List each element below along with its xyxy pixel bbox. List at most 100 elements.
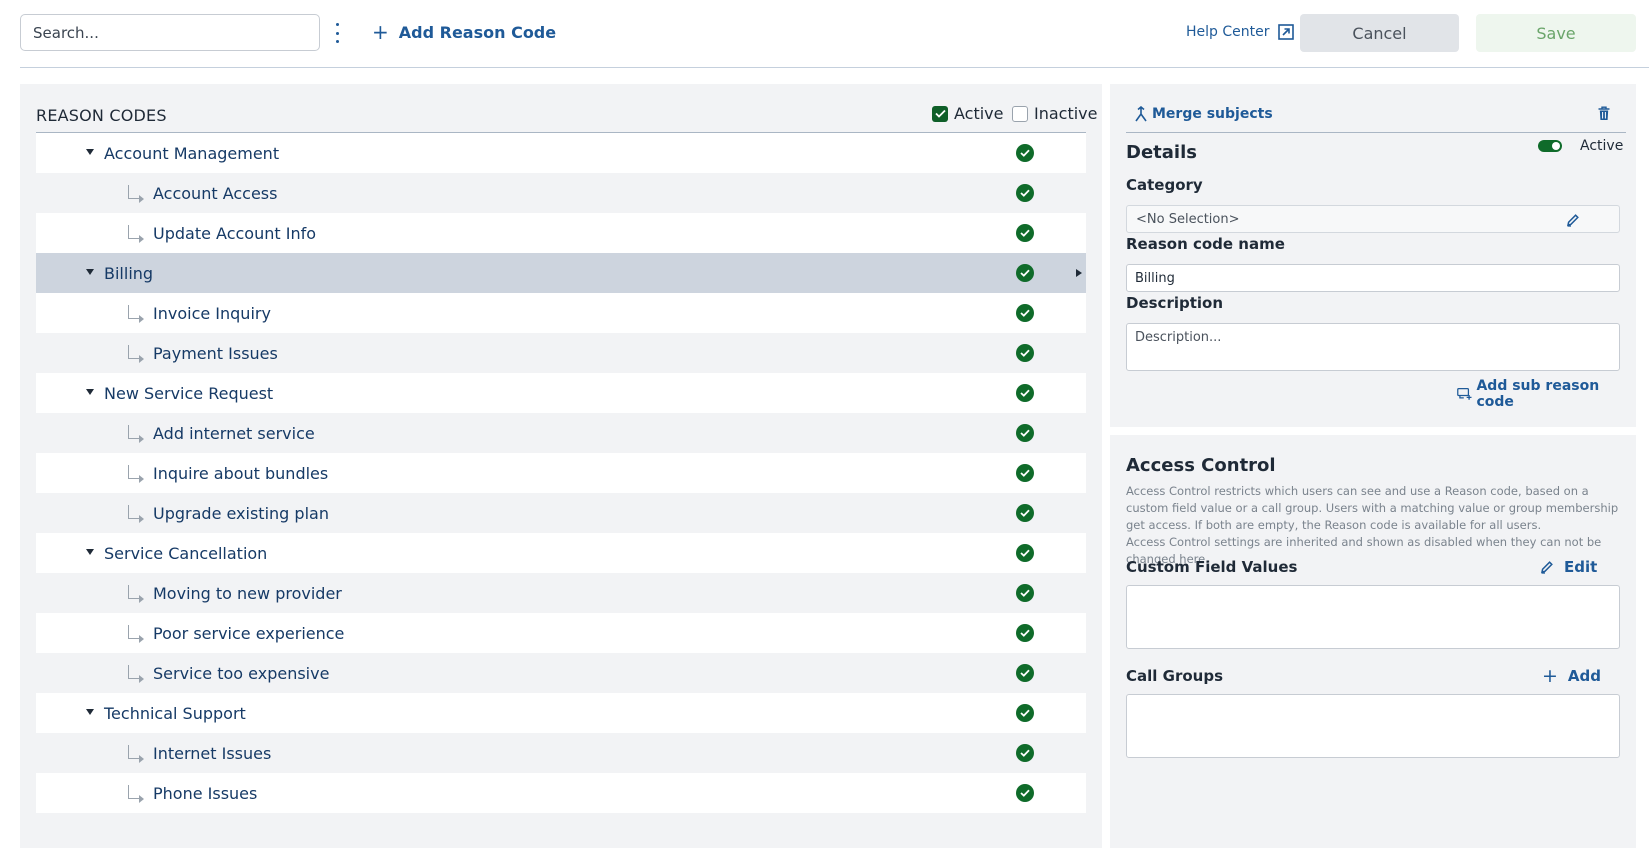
plus-icon: + (372, 20, 389, 44)
add-label: Add (1567, 667, 1602, 685)
active-toggle[interactable] (1538, 140, 1562, 152)
check-circle-icon (1016, 504, 1034, 522)
access-control-description: Access Control restricts which users can… (1126, 483, 1620, 568)
merge-subjects-label: Merge subjects (1152, 106, 1273, 122)
reason-code-label: Account Access (153, 183, 278, 203)
call-groups-box[interactable] (1126, 694, 1620, 758)
filter-inactive[interactable]: Inactive (1012, 104, 1098, 123)
check-circle-icon (1016, 624, 1034, 642)
category-select[interactable]: <No Selection> (1126, 205, 1620, 233)
reason-code-label: Phone Issues (153, 783, 258, 803)
reason-code-label: Payment Issues (153, 343, 278, 363)
caret-down-icon[interactable] (86, 149, 94, 155)
caret-down-icon[interactable] (86, 709, 94, 715)
description-textarea[interactable] (1126, 323, 1620, 371)
tree-row-parent[interactable]: Billing (36, 253, 1086, 293)
check-circle-icon (1016, 224, 1034, 242)
child-arrow-icon (128, 785, 144, 803)
check-circle-icon (1016, 704, 1034, 722)
category-value: <No Selection> (1136, 211, 1240, 227)
check-circle-icon (1016, 184, 1034, 202)
tree-row-parent[interactable]: New Service Request (36, 373, 1086, 413)
tree-row-child[interactable]: Add internet service (36, 413, 1086, 453)
check-circle-icon (1016, 304, 1034, 322)
kebab-vertical-icon[interactable] (331, 22, 343, 44)
tree-row-parent[interactable]: Technical Support (36, 693, 1086, 733)
check-circle-icon (1016, 464, 1034, 482)
inactive-filter-label: Inactive (1034, 104, 1098, 123)
pencil-icon (1541, 561, 1553, 574)
reason-code-name-label: Reason code name (1126, 235, 1285, 253)
tree-row-child[interactable]: Phone Issues (36, 773, 1086, 813)
reason-code-label: Upgrade existing plan (153, 503, 329, 523)
reason-code-name-input[interactable] (1126, 264, 1620, 292)
add-sub-reason-code-label: Add sub reason code (1476, 378, 1600, 410)
child-arrow-icon (128, 345, 144, 363)
add-sub-reason-code-button[interactable]: Add sub reason code (1457, 378, 1636, 410)
plus-icon: + (1542, 665, 1558, 687)
check-circle-icon (1016, 744, 1034, 762)
tree-row-child[interactable]: Payment Issues (36, 333, 1086, 373)
tree-row-child[interactable]: Upgrade existing plan (36, 493, 1086, 533)
toolbar: + Add Reason Code Help Center Cancel Sav… (0, 0, 1649, 68)
child-arrow-icon (128, 665, 144, 683)
toolbar-divider (20, 67, 1649, 68)
tree-row-child[interactable]: Update Account Info (36, 213, 1086, 253)
check-circle-icon (1016, 264, 1034, 282)
tree-row-child[interactable]: Service too expensive (36, 653, 1086, 693)
tree-row-child[interactable]: Account Access (36, 173, 1086, 213)
reason-code-tree: Account Management Account Access Update A… (36, 133, 1086, 813)
tree-row-parent[interactable]: Account Management (36, 133, 1086, 173)
reason-code-label: Inquire about bundles (153, 463, 329, 483)
details-title: Details (1126, 142, 1197, 163)
child-arrow-icon (128, 625, 144, 643)
search-input[interactable] (20, 14, 320, 51)
reason-code-label: Internet Issues (153, 743, 272, 763)
child-arrow-icon (128, 305, 144, 323)
child-arrow-icon (128, 185, 144, 203)
reason-code-label: Moving to new provider (153, 583, 342, 603)
add-call-group-button[interactable]: + Add (1542, 665, 1601, 687)
caret-down-icon[interactable] (86, 549, 94, 555)
filter-active[interactable]: Active (932, 104, 1004, 123)
active-filter-label: Active (954, 104, 1004, 123)
cancel-button[interactable]: Cancel (1300, 14, 1459, 52)
tree-row-child[interactable]: Poor service experience (36, 613, 1086, 653)
tree-row-child[interactable]: Inquire about bundles (36, 453, 1086, 493)
reason-code-label: Service Cancellation (104, 543, 268, 563)
tree-row-child[interactable]: Internet Issues (36, 733, 1086, 773)
reason-code-label: Technical Support (104, 703, 246, 723)
edit-custom-fields-button[interactable]: Edit (1540, 558, 1597, 576)
check-circle-icon (1016, 144, 1034, 162)
reason-code-label: Update Account Info (153, 223, 316, 243)
help-center-link[interactable]: Help Center (1186, 24, 1294, 40)
category-label: Category (1126, 176, 1203, 194)
edit-label: Edit (1564, 558, 1598, 576)
caret-right-icon[interactable] (1076, 269, 1082, 277)
active-checkbox[interactable] (932, 105, 948, 122)
description-label: Description (1126, 294, 1224, 312)
child-arrow-icon (128, 745, 144, 763)
save-button[interactable]: Save (1476, 14, 1636, 52)
check-circle-icon (1016, 784, 1034, 802)
reason-code-label: Invoice Inquiry (153, 303, 271, 323)
caret-down-icon[interactable] (86, 389, 94, 395)
active-toggle-label: Active (1580, 138, 1624, 154)
tree-row-parent[interactable]: Service Cancellation (36, 533, 1086, 573)
add-reason-code-label: Add Reason Code (398, 22, 557, 42)
check-circle-icon (1016, 424, 1034, 442)
trash-icon[interactable] (1598, 106, 1610, 125)
child-arrow-icon (128, 225, 144, 243)
inactive-checkbox[interactable] (1012, 105, 1028, 122)
reason-code-label: New Service Request (104, 383, 274, 403)
tree-row-child[interactable]: Invoice Inquiry (36, 293, 1086, 333)
caret-down-icon[interactable] (86, 269, 94, 275)
pencil-icon[interactable] (1566, 212, 1580, 231)
tree-row-child[interactable]: Moving to new provider (36, 573, 1086, 613)
custom-field-values-box[interactable] (1126, 585, 1620, 649)
check-circle-icon (1016, 384, 1034, 402)
access-control-title: Access Control (1126, 455, 1276, 476)
reason-code-label: Billing (104, 263, 154, 283)
merge-subjects-button[interactable]: Merge subjects (1134, 106, 1273, 122)
add-reason-code-button[interactable]: + Add Reason Code (372, 22, 556, 42)
